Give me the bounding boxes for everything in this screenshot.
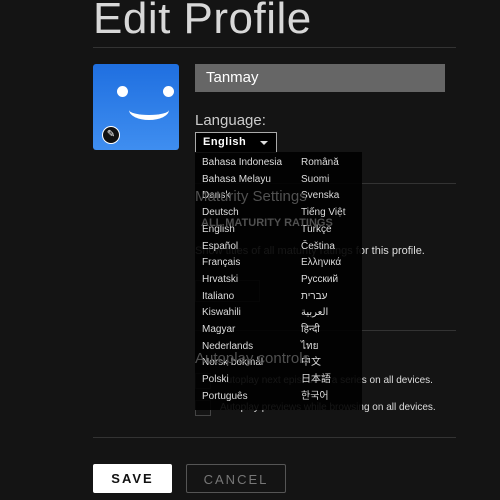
language-option[interactable]: English [202, 222, 235, 238]
language-option[interactable]: Русский [301, 272, 338, 288]
language-option[interactable]: Norsk bokmål [202, 355, 263, 371]
language-option[interactable]: Français [202, 255, 240, 271]
language-option[interactable]: עברית [301, 289, 327, 305]
page-title: Edit Profile [93, 0, 312, 43]
divider [93, 437, 456, 438]
language-option[interactable]: Magyar [202, 322, 235, 338]
avatar-smile [129, 100, 169, 120]
language-option[interactable]: Italiano [202, 289, 234, 305]
language-select[interactable]: English [195, 132, 277, 153]
save-button[interactable]: SAVE [93, 464, 172, 493]
language-option[interactable]: ไทย [301, 339, 318, 355]
language-option[interactable]: 日本語 [301, 372, 331, 388]
language-option[interactable]: Ελληνικά [301, 255, 341, 271]
language-option[interactable]: 中文 [301, 355, 321, 371]
language-option[interactable]: Português [202, 389, 248, 405]
profile-name-input[interactable]: Tanmay [195, 64, 445, 92]
cancel-button[interactable]: CANCEL [186, 464, 286, 493]
language-option[interactable]: Español [202, 239, 238, 255]
language-option[interactable]: Deutsch [202, 205, 239, 221]
language-option[interactable]: Hrvatski [202, 272, 238, 288]
caret-down-icon [260, 141, 268, 145]
language-option[interactable]: Română [301, 155, 339, 171]
language-dropdown[interactable]: Bahasa Indonesia Bahasa Melayu Dansk Deutsc… [195, 152, 362, 410]
avatar-eye [117, 86, 128, 97]
language-option[interactable]: Svenska [301, 188, 339, 204]
language-option[interactable]: Nederlands [202, 339, 253, 355]
language-option[interactable]: Čeština [301, 239, 335, 255]
language-option[interactable]: Dansk [202, 188, 230, 204]
language-option[interactable]: 한국어 [301, 389, 329, 405]
pencil-icon[interactable]: ✎ [102, 126, 120, 144]
language-option[interactable]: العربية [301, 305, 328, 321]
language-option[interactable]: Tiếng Việt [301, 205, 345, 221]
language-option[interactable]: Bahasa Melayu [202, 172, 271, 188]
language-option[interactable]: हिन्दी [301, 322, 320, 338]
language-value: English [203, 136, 247, 148]
divider [93, 47, 456, 48]
language-option[interactable]: Türkçe [301, 222, 332, 238]
language-option[interactable]: Kiswahili [202, 305, 241, 321]
avatar[interactable]: ✎ [93, 64, 179, 150]
avatar-eye [163, 86, 174, 97]
language-option[interactable]: Suomi [301, 172, 329, 188]
language-option[interactable]: Polski [202, 372, 229, 388]
language-option[interactable]: Bahasa Indonesia [202, 155, 282, 171]
language-label: Language: [195, 112, 266, 129]
